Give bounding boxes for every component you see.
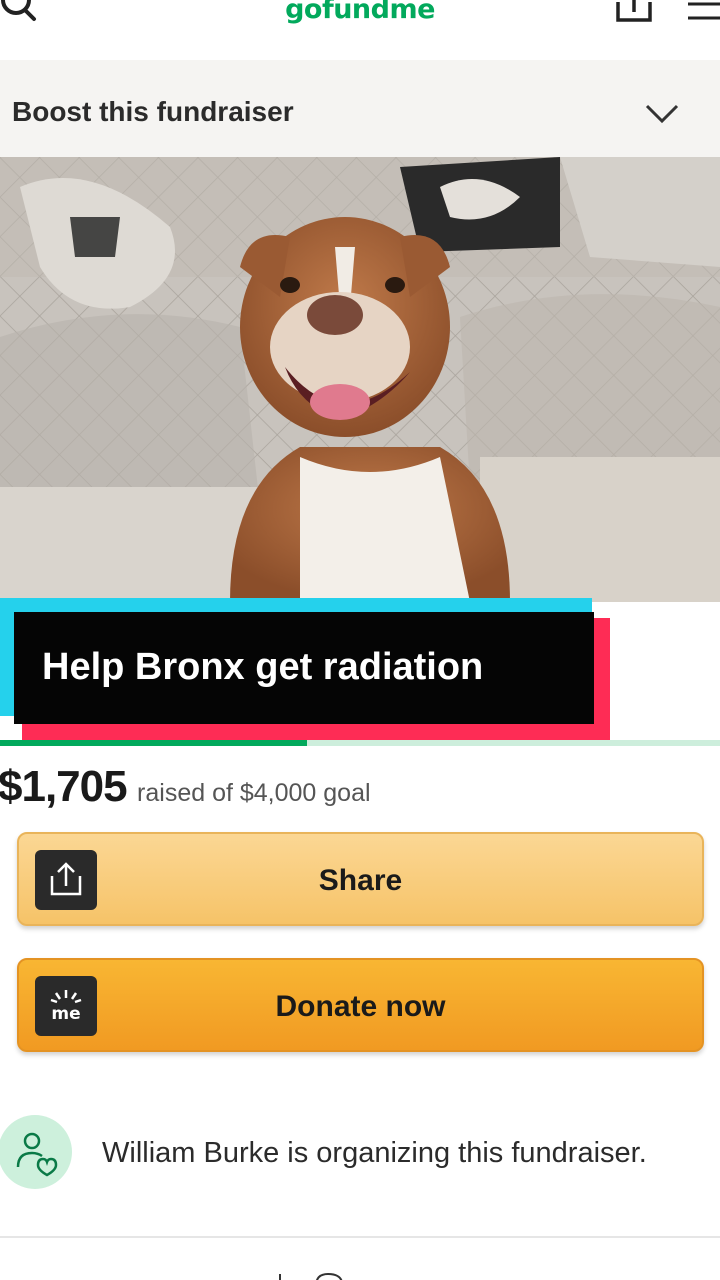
video-caption: Help Bronx get radiation: [0, 598, 620, 743]
donate-button-label: Donate now: [275, 990, 446, 1023]
caption-text: Help Bronx get radiation: [42, 646, 484, 688]
organizer-text: William Burke is organizing this fundrai…: [102, 1137, 647, 1169]
goal-text: raised of $4,000 goal: [137, 779, 371, 807]
organizer-heart-icon: [0, 1115, 72, 1189]
raised-amount: $1,705: [0, 762, 128, 811]
progress-fill: [0, 740, 307, 746]
donate-now-button[interactable]: me Donate now: [17, 958, 704, 1052]
donation-progress-bar: [0, 740, 720, 746]
raised-summary: $1,705 raised of $4,000 goal: [0, 762, 371, 812]
section-divider: [0, 1236, 720, 1238]
share-icon[interactable]: [612, 0, 656, 28]
cropped-icon: [270, 1268, 360, 1280]
share-button[interactable]: Share: [17, 832, 704, 926]
share-button-label: Share: [318, 864, 403, 897]
organizer-row[interactable]: William Burke is organizing this fundrai…: [0, 1115, 720, 1195]
top-nav: gofundme: [0, 0, 720, 60]
chevron-down-icon[interactable]: [642, 94, 682, 134]
menu-icon[interactable]: [684, 0, 720, 26]
boost-label: Boost this fundraiser: [12, 96, 294, 127]
fundraiser-hero-image: [0, 157, 720, 602]
boost-fundraiser-bar[interactable]: Boost this fundraiser: [0, 60, 720, 158]
